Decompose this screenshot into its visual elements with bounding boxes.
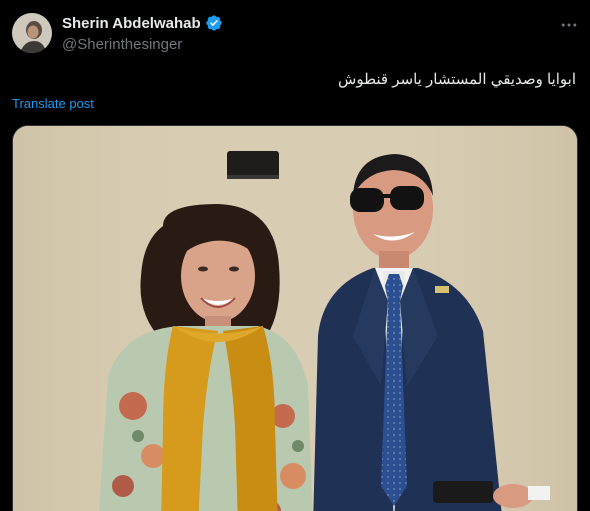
- author-handle[interactable]: @Sherinthesinger: [62, 36, 182, 53]
- author-name-row[interactable]: Sherin Abdelwahab: [62, 14, 223, 32]
- verified-badge-icon: [205, 15, 222, 31]
- more-options-icon: [561, 23, 577, 27]
- translate-post-link[interactable]: Translate post: [12, 96, 94, 111]
- photo-illustration: [13, 126, 577, 511]
- tweet-post: Sherin Abdelwahab @Sherinthesinger ابواي…: [0, 0, 590, 511]
- post-photo[interactable]: [12, 125, 578, 511]
- more-options-button[interactable]: [556, 12, 582, 38]
- author-avatar[interactable]: [12, 13, 52, 53]
- avatar-photo: [12, 13, 52, 53]
- author-display-name[interactable]: Sherin Abdelwahab: [62, 15, 201, 32]
- post-text: ابوايا وصديقي المستشار ياسر قنطوش: [338, 71, 576, 88]
